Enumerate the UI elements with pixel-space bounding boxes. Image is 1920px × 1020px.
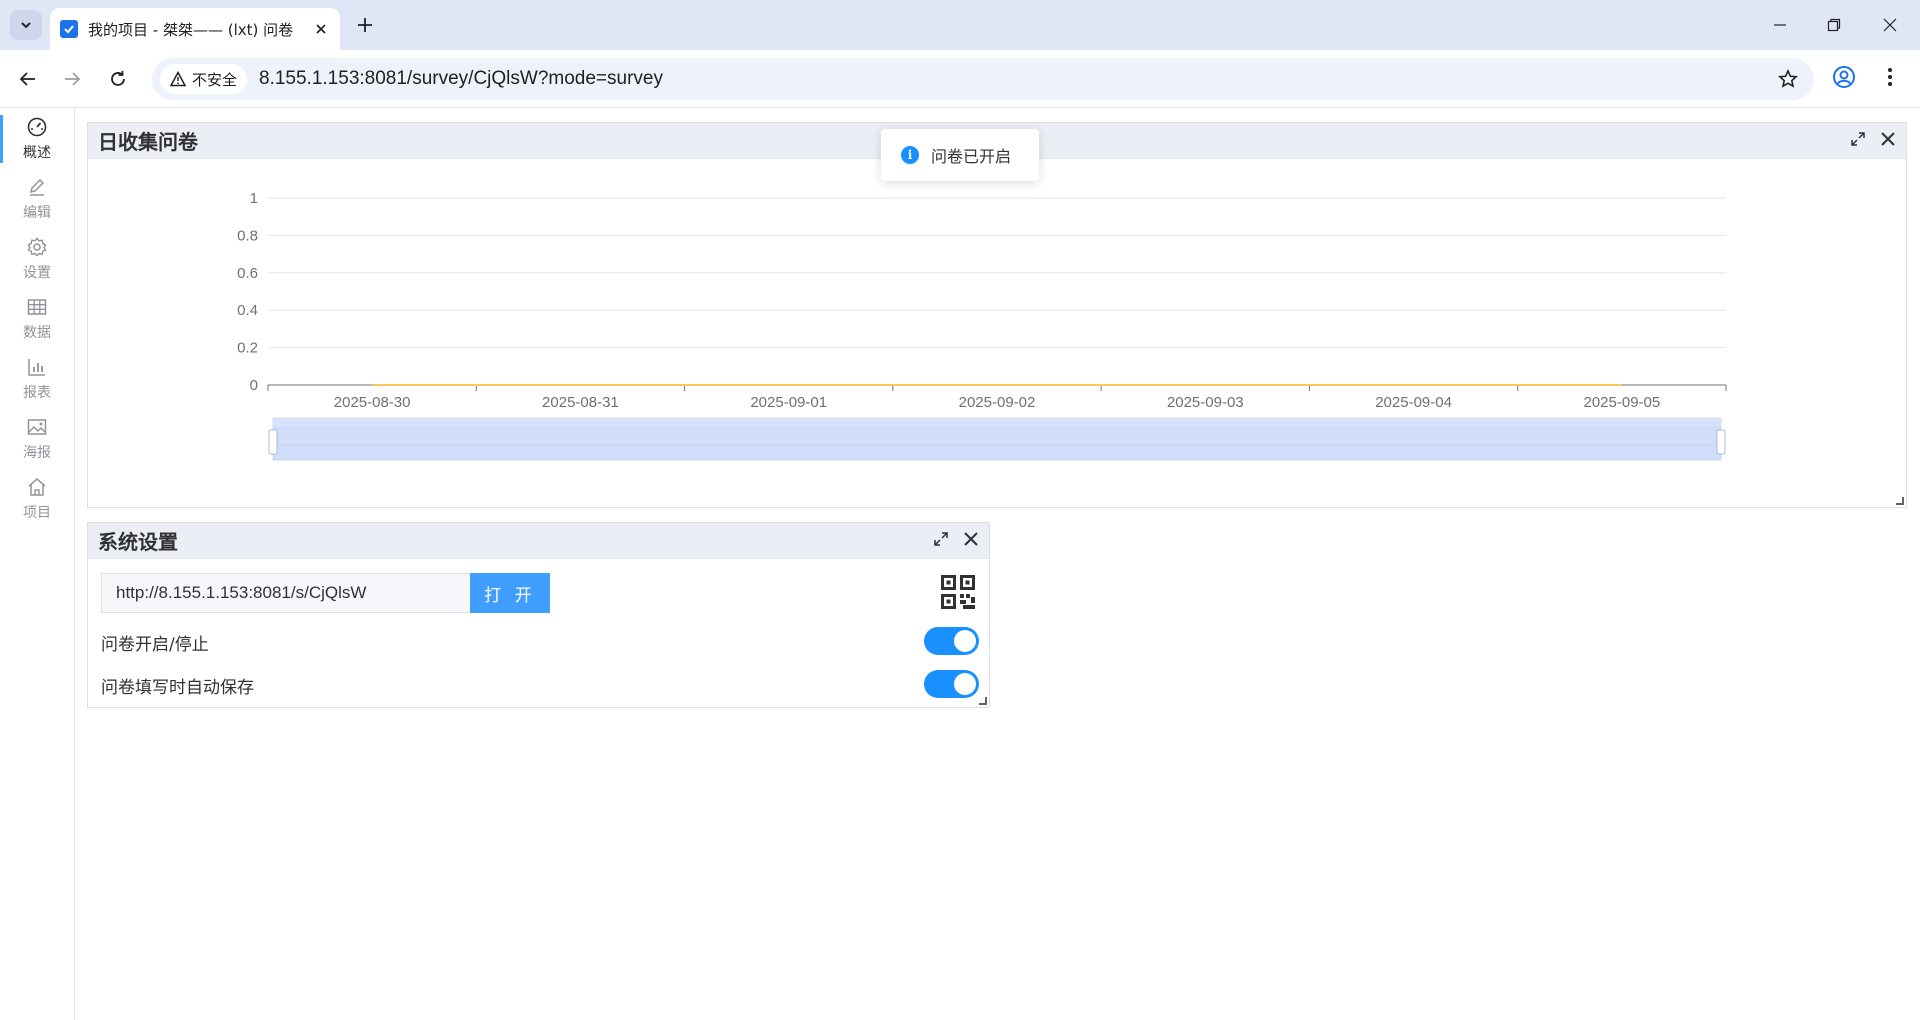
survey-link-input[interactable]: http://8.155.1.153:8081/s/CjQlsW	[101, 573, 470, 613]
reload-icon	[111, 71, 125, 86]
restore-button[interactable]	[1806, 0, 1862, 50]
reload-button[interactable]	[104, 65, 132, 93]
expand-icon[interactable]	[1850, 131, 1866, 151]
y-tick-label: 1	[250, 190, 258, 207]
home-icon	[28, 478, 46, 496]
security-label: 不安全	[192, 70, 238, 89]
expand-icon[interactable]	[933, 531, 949, 551]
forward-button[interactable]	[58, 65, 86, 93]
x-tick-label: 2025-09-03	[1167, 394, 1244, 411]
gear-icon	[27, 237, 47, 257]
browser-tabstrip: 我的项目 - 桀桀—— (lxt) 问卷	[0, 0, 1920, 50]
rail-item-settings[interactable]: 设置	[0, 229, 74, 289]
panel-title: 日收集问卷	[98, 130, 198, 154]
survey-link-row: http://8.155.1.153:8081/s/CjQlsW 打 开	[101, 573, 550, 613]
table-icon	[27, 299, 47, 315]
rail-item-report[interactable]: 报表	[0, 349, 74, 409]
info-icon: i	[901, 146, 919, 164]
close-icon	[1883, 18, 1897, 32]
y-tick-label: 0.2	[237, 340, 258, 357]
y-tick-label: 0.8	[237, 227, 258, 244]
window-close-button[interactable]	[1862, 0, 1918, 50]
tab-search-button[interactable]	[10, 10, 42, 40]
system-settings-panel: 系统设置 http://8.155.1.153:8081/s/CjQlsW 打 …	[87, 522, 990, 708]
resize-handle[interactable]	[979, 697, 987, 705]
panel-header: 系统设置	[88, 523, 989, 559]
datazoom-handle-right[interactable]	[1716, 429, 1726, 455]
panel-title: 系统设置	[98, 530, 178, 554]
rail-label: 编辑	[23, 205, 51, 221]
y-tick-label: 0.4	[237, 302, 258, 319]
address-bar[interactable]: 不安全 8.155.1.153:8081/survey/CjQlsW?mode=…	[152, 58, 1814, 100]
datazoom-handle-left[interactable]	[268, 429, 278, 455]
survey-favicon-icon	[60, 20, 78, 38]
chevron-down-icon	[21, 22, 31, 29]
new-tab-button[interactable]	[352, 12, 378, 38]
minimize-icon	[1774, 24, 1786, 26]
y-tick-label: 0.6	[237, 265, 258, 282]
rail-item-poster[interactable]: 海报	[0, 409, 74, 469]
survey-open-switch[interactable]	[924, 627, 979, 655]
tab-title: 我的项目 - 桀桀—— (lxt) 问卷	[88, 20, 294, 39]
x-tick-label: 2025-09-05	[1583, 394, 1660, 411]
y-tick-label: 0	[250, 377, 258, 394]
x-tick-label: 2025-08-30	[334, 394, 411, 411]
back-button[interactable]	[14, 65, 42, 93]
warning-icon	[170, 71, 186, 87]
panel-close-icon[interactable]	[963, 531, 979, 551]
toast-message: i 问卷已开启	[881, 129, 1039, 181]
rail-item-overview[interactable]: 概述	[0, 109, 74, 169]
rail-label: 项目	[23, 505, 51, 521]
toast-text: 问卷已开启	[931, 147, 1012, 166]
rail-item-edit[interactable]: 编辑	[0, 169, 74, 229]
image-icon	[27, 419, 47, 435]
arrow-right-icon	[65, 72, 81, 86]
rail-label: 数据	[23, 325, 51, 341]
browser-toolbar: 不安全 8.155.1.153:8081/survey/CjQlsW?mode=…	[0, 50, 1920, 108]
rail-item-data[interactable]: 数据	[0, 289, 74, 349]
panel-close-icon[interactable]	[1880, 131, 1896, 151]
plus-icon	[358, 18, 372, 32]
url-text[interactable]: 8.155.1.153:8081/survey/CjQlsW?mode=surv…	[259, 68, 663, 90]
browser-tab-active[interactable]: 我的项目 - 桀桀—— (lxt) 问卷	[50, 8, 340, 50]
dashboard-icon	[27, 117, 47, 137]
x-tick-label: 2025-09-01	[750, 394, 827, 411]
x-tick-label: 2025-09-02	[959, 394, 1036, 411]
rail-label: 报表	[23, 385, 51, 401]
rail-label: 海报	[23, 445, 51, 461]
rail-label: 概述	[23, 145, 51, 161]
autosave-switch[interactable]	[924, 670, 979, 698]
daily-collection-chart: 0 0.2 0.4 0.6 0.8 1 2025-08-30 2025-08-31 2025-…	[237, 190, 1727, 461]
datazoom-move-bar	[273, 418, 1721, 426]
minimize-button[interactable]	[1752, 0, 1808, 50]
resize-handle[interactable]	[1896, 497, 1904, 505]
toggle-open-label: 问卷开启/停止	[101, 635, 209, 655]
rail-item-project[interactable]: 项目	[0, 469, 74, 529]
x-tick-label: 2025-08-31	[542, 394, 619, 411]
rail-label: 设置	[23, 265, 51, 281]
open-link-button[interactable]: 打 开	[470, 573, 550, 613]
kebab-menu-icon[interactable]	[1878, 65, 1902, 93]
bar-chart-icon	[28, 359, 45, 376]
security-chip[interactable]: 不安全	[160, 64, 248, 94]
arrow-left-icon	[19, 72, 35, 86]
edit-icon	[29, 178, 45, 196]
bookmark-star-icon[interactable]	[1778, 69, 1798, 93]
left-nav-rail: 概述 编辑 设置 数据 报表 海报 项目	[0, 109, 75, 1020]
profile-icon[interactable]	[1832, 65, 1856, 93]
restore-icon	[1827, 18, 1841, 32]
toggle-autosave-label: 问卷填写时自动保存	[101, 678, 254, 698]
qr-code-icon[interactable]	[941, 575, 975, 613]
x-tick-label: 2025-09-04	[1375, 394, 1452, 411]
tab-close-icon[interactable]	[312, 20, 330, 38]
